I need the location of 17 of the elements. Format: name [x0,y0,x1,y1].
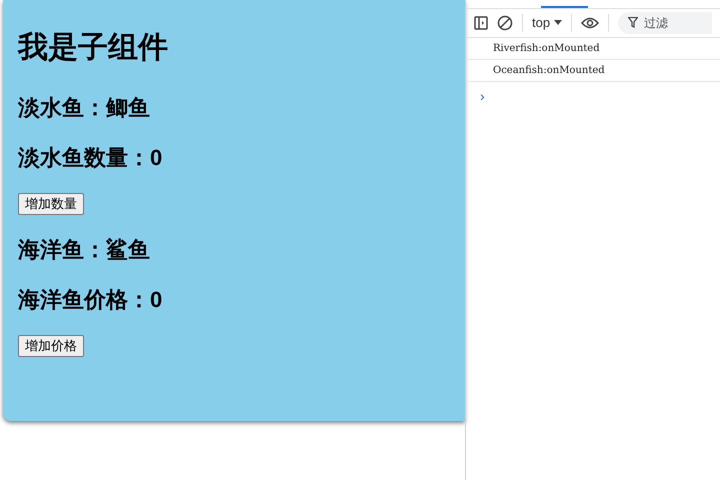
component-title: 我是子组件 [18,30,169,66]
console-message: Oceanfish:onMounted [493,64,605,78]
eye-icon[interactable] [581,17,600,29]
console-message: Riverfish:onMounted [493,42,600,56]
fish-info-text: 淡水鱼数量：0 [18,144,162,172]
fish-info-text: 海洋鱼：鲨鱼 [18,236,150,264]
filter-field[interactable]: 过滤 [618,12,712,34]
filter-icon [628,17,638,28]
context-dropdown[interactable]: top [532,13,562,33]
clear-console-icon[interactable] [497,15,513,31]
fish-info-text: 海洋鱼价格：0 [18,286,162,314]
increase-button[interactable]: 增加价格 [18,335,84,357]
fish-info-text: 淡水鱼：鲫鱼 [18,94,150,122]
sidebar-toggle-icon[interactable] [474,16,488,30]
caret-icon [554,20,562,26]
increase-button[interactable]: 增加数量 [18,193,84,215]
console-prompt[interactable]: › [466,82,720,107]
